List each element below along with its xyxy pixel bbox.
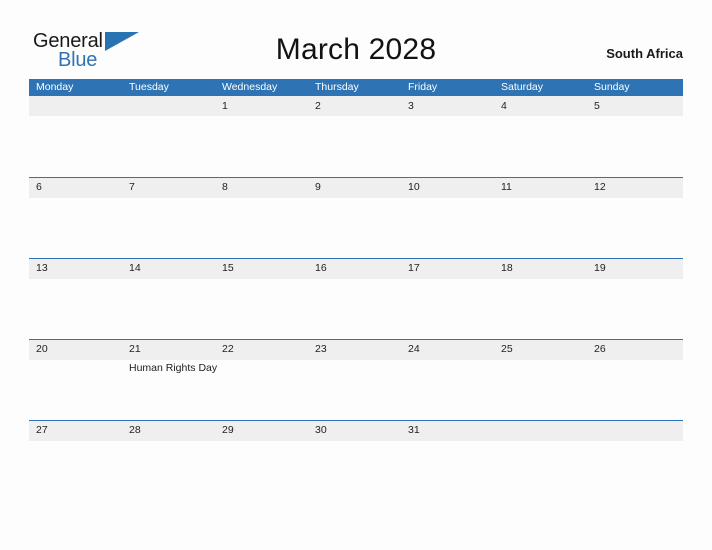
day-number: 18 (501, 262, 513, 274)
day-number: 1 (222, 100, 228, 112)
day-number: 3 (408, 100, 414, 112)
day-cell[interactable]: 19 (587, 258, 683, 339)
day-number: 10 (408, 181, 420, 193)
day-number: 28 (129, 424, 141, 436)
day-number: 25 (501, 343, 513, 355)
week-row: 27 28 29 30 31 (29, 420, 683, 501)
day-number: 16 (315, 262, 327, 274)
day-cell[interactable]: 12 (587, 177, 683, 258)
day-number: 15 (222, 262, 234, 274)
day-cell[interactable] (29, 96, 122, 177)
weekday-header-friday: Friday (408, 81, 438, 93)
month-calendar: Monday Tuesday Wednesday Thursday Friday… (29, 79, 683, 501)
day-number: 11 (501, 181, 512, 193)
day-cell[interactable]: 15 (215, 258, 308, 339)
week-row: 6 7 8 9 10 11 12 (29, 177, 683, 258)
day-cell[interactable]: 20 (29, 339, 122, 420)
day-cell[interactable]: 27 (29, 420, 122, 501)
day-cell[interactable]: 28 (122, 420, 215, 501)
day-number: 9 (315, 181, 321, 193)
weekday-header-row: Monday Tuesday Wednesday Thursday Friday… (29, 79, 683, 96)
day-cell[interactable]: 29 (215, 420, 308, 501)
day-cell[interactable]: 23 (308, 339, 401, 420)
day-number: 5 (594, 100, 600, 112)
day-number: 30 (315, 424, 327, 436)
weekday-header-monday: Monday (36, 81, 74, 93)
day-cell[interactable]: 26 (587, 339, 683, 420)
day-number: 2 (315, 100, 321, 112)
day-number: 4 (501, 100, 507, 112)
day-cell[interactable]: 18 (494, 258, 587, 339)
day-cell[interactable]: 17 (401, 258, 494, 339)
day-number: 22 (222, 343, 234, 355)
weekday-header-sunday: Sunday (594, 81, 630, 93)
day-number: 27 (36, 424, 48, 436)
day-cell[interactable]: 16 (308, 258, 401, 339)
day-cell[interactable]: 21 Human Rights Day (122, 339, 217, 420)
day-cell[interactable]: 10 (401, 177, 494, 258)
day-number: 6 (36, 181, 42, 193)
week-row: 20 21 Human Rights Day 22 23 24 25 26 (29, 339, 683, 420)
day-cell[interactable]: 1 (215, 96, 308, 177)
day-cell[interactable]: 4 (494, 96, 587, 177)
day-number: 24 (408, 343, 420, 355)
day-number: 21 (129, 343, 141, 355)
day-cell[interactable]: 31 (401, 420, 494, 501)
day-cell[interactable]: 6 (29, 177, 122, 258)
week-row: 13 14 15 16 17 18 19 (29, 258, 683, 339)
weekday-header-tuesday: Tuesday (129, 81, 169, 93)
day-cell[interactable]: 13 (29, 258, 122, 339)
day-cell[interactable]: 7 (122, 177, 215, 258)
day-cell[interactable] (494, 420, 587, 501)
day-number: 20 (36, 343, 48, 355)
day-cell[interactable]: 11 (494, 177, 587, 258)
day-number: 29 (222, 424, 234, 436)
page-header: General Blue March 2028 South Africa (0, 0, 712, 79)
day-number: 14 (129, 262, 141, 274)
day-cell[interactable] (122, 96, 215, 177)
day-cell[interactable]: 30 (308, 420, 401, 501)
day-number: 23 (315, 343, 327, 355)
day-cell[interactable]: 8 (215, 177, 308, 258)
weekday-header-saturday: Saturday (501, 81, 544, 93)
day-cell[interactable]: 24 (401, 339, 494, 420)
week-row: 1 2 3 4 5 (29, 96, 683, 177)
region-label: South Africa (606, 46, 683, 61)
day-cell[interactable]: 14 (122, 258, 215, 339)
day-cell[interactable] (587, 420, 683, 501)
day-number: 19 (594, 262, 606, 274)
day-number: 7 (129, 181, 135, 193)
weekday-header-wednesday: Wednesday (222, 81, 278, 93)
page-title: March 2028 (275, 33, 437, 66)
day-cell[interactable]: 2 (308, 96, 401, 177)
day-cell[interactable]: 25 (494, 339, 587, 420)
day-number: 31 (408, 424, 420, 436)
day-number: 17 (408, 262, 420, 274)
weekday-header-thursday: Thursday (315, 81, 359, 93)
day-cell[interactable]: 3 (401, 96, 494, 177)
day-cell[interactable]: 9 (308, 177, 401, 258)
day-number: 13 (36, 262, 48, 274)
day-number: 8 (222, 181, 228, 193)
day-number: 26 (594, 343, 606, 355)
day-cell[interactable]: 5 (587, 96, 683, 177)
day-number: 12 (594, 181, 606, 193)
day-cell[interactable]: 22 (215, 339, 308, 420)
